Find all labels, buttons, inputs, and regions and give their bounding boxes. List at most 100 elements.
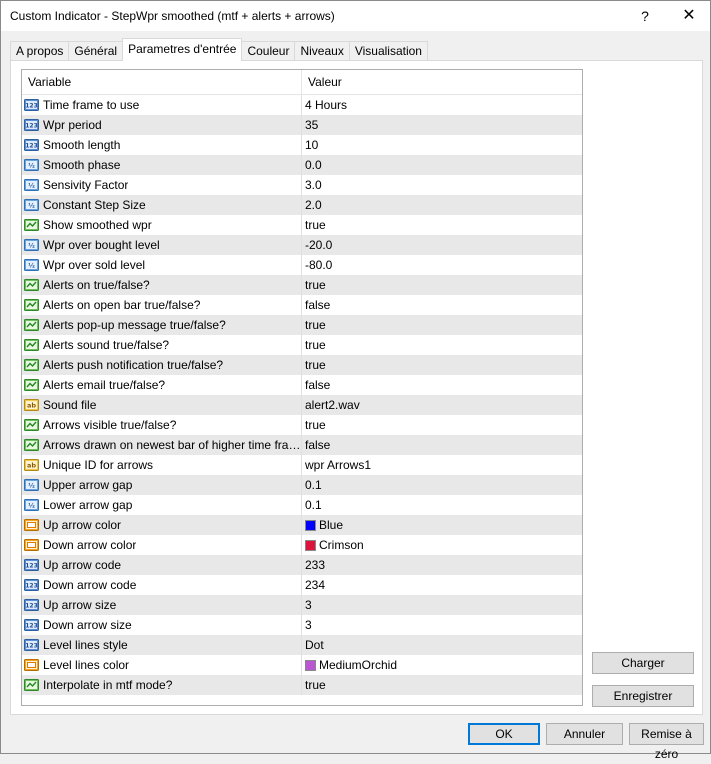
ok-button[interactable]: OK — [468, 723, 540, 745]
param-value-cell[interactable]: Blue — [302, 515, 582, 535]
param-value-cell[interactable]: true — [302, 215, 582, 235]
param-row[interactable]: Interpolate in mtf mode? true — [22, 675, 582, 695]
param-value-cell[interactable]: true — [302, 415, 582, 435]
svg-text:123: 123 — [25, 563, 38, 570]
param-row[interactable]: Show smoothed wpr true — [22, 215, 582, 235]
param-value-cell[interactable]: 4 Hours — [302, 95, 582, 115]
cancel-button[interactable]: Annuler — [546, 723, 623, 745]
bool-param-icon — [24, 358, 39, 372]
param-value-cell[interactable]: true — [302, 275, 582, 295]
param-row[interactable]: Alerts email true/false? false — [22, 375, 582, 395]
param-value: MediumOrchid — [319, 658, 398, 672]
tab-niveaux[interactable]: Niveaux — [294, 41, 350, 61]
param-row[interactable]: Arrows visible true/false? true — [22, 415, 582, 435]
param-value: 3.0 — [305, 178, 322, 192]
param-row[interactable]: ½ Smooth phase 0.0 — [22, 155, 582, 175]
param-row[interactable]: Alerts pop-up message true/false? true — [22, 315, 582, 335]
param-row[interactable]: ½ Constant Step Size 2.0 — [22, 195, 582, 215]
tab-visualisation[interactable]: Visualisation — [348, 41, 428, 61]
column-header-variable[interactable]: Variable — [22, 70, 302, 94]
param-row[interactable]: Arrows drawn on newest bar of higher tim… — [22, 435, 582, 455]
param-value-cell[interactable]: Dot — [302, 635, 582, 655]
param-value-cell[interactable]: true — [302, 355, 582, 375]
bool-param-icon — [24, 298, 39, 312]
param-name: Alerts sound true/false? — [43, 338, 170, 352]
param-value-cell[interactable]: 2.0 — [302, 195, 582, 215]
param-value-cell[interactable]: 3.0 — [302, 175, 582, 195]
tab-couleur[interactable]: Couleur — [241, 41, 296, 61]
bool-param-icon — [24, 318, 39, 332]
param-value-cell[interactable]: 0.0 — [302, 155, 582, 175]
tab-general[interactable]: Général — [68, 41, 124, 61]
param-value-cell[interactable]: -80.0 — [302, 255, 582, 275]
param-row[interactable]: 123 Down arrow size 3 — [22, 615, 582, 635]
param-value-cell[interactable]: 0.1 — [302, 495, 582, 515]
param-value-cell[interactable]: 10 — [302, 135, 582, 155]
param-value: 233 — [305, 558, 326, 572]
param-value-cell[interactable]: alert2.wav — [302, 395, 582, 415]
param-row[interactable]: 123 Time frame to use 4 Hours — [22, 95, 582, 115]
param-name: Lower arrow gap — [43, 498, 133, 512]
param-row[interactable]: ½ Wpr over bought level -20.0 — [22, 235, 582, 255]
int-param-icon: 123 — [24, 558, 39, 572]
param-value-cell[interactable]: wpr Arrows1 — [302, 455, 582, 475]
param-value-cell[interactable]: true — [302, 335, 582, 355]
param-row[interactable]: Alerts push notification true/false? true — [22, 355, 582, 375]
param-value-cell[interactable]: false — [302, 435, 582, 455]
close-button[interactable]: ✕ — [669, 4, 709, 28]
param-name-cell: Arrows visible true/false? — [22, 415, 302, 435]
param-name-cell: Up arrow color — [22, 515, 302, 535]
param-row[interactable]: 123 Up arrow code 233 — [22, 555, 582, 575]
param-row[interactable]: 123 Smooth length 10 — [22, 135, 582, 155]
param-row[interactable]: Alerts on true/false? true — [22, 275, 582, 295]
param-value: 3 — [305, 598, 312, 612]
reset-button[interactable]: Remise à zéro — [629, 723, 704, 761]
param-row[interactable]: 123 Wpr period 35 — [22, 115, 582, 135]
param-name: Up arrow size — [43, 598, 117, 612]
param-row[interactable]: 123 Down arrow code 234 — [22, 575, 582, 595]
param-row[interactable]: 123 Up arrow size 3 — [22, 595, 582, 615]
param-row[interactable]: Level lines color MediumOrchid — [22, 655, 582, 675]
param-value-cell[interactable]: false — [302, 375, 582, 395]
param-row[interactable]: Up arrow color Blue — [22, 515, 582, 535]
param-value-cell[interactable]: 234 — [302, 575, 582, 595]
param-value: 4 Hours — [305, 98, 348, 112]
param-value-cell[interactable]: MediumOrchid — [302, 655, 582, 675]
param-value-cell[interactable]: 3 — [302, 595, 582, 615]
param-row[interactable]: Alerts on open bar true/false? false — [22, 295, 582, 315]
window-title: Custom Indicator - StepWpr smoothed (mtf… — [10, 9, 335, 23]
tab-input-parameters[interactable]: Parametres d'entrée — [122, 38, 243, 61]
param-value-cell[interactable]: 3 — [302, 615, 582, 635]
param-name-cell: ½ Constant Step Size — [22, 195, 302, 215]
param-value-cell[interactable]: 0.1 — [302, 475, 582, 495]
svg-text:½: ½ — [28, 262, 35, 270]
param-row[interactable]: ½ Lower arrow gap 0.1 — [22, 495, 582, 515]
svg-text:½: ½ — [28, 482, 35, 490]
param-row[interactable]: ½ Sensivity Factor 3.0 — [22, 175, 582, 195]
param-row[interactable]: ab Unique ID for arrows wpr Arrows1 — [22, 455, 582, 475]
int-param-icon: 123 — [24, 598, 39, 612]
svg-text:123: 123 — [25, 643, 38, 650]
save-button[interactable]: Enregistrer — [592, 685, 694, 707]
param-value-cell[interactable]: false — [302, 295, 582, 315]
help-button[interactable]: ? — [627, 4, 663, 28]
param-row[interactable]: ab Sound file alert2.wav — [22, 395, 582, 415]
param-name-cell: 123 Down arrow code — [22, 575, 302, 595]
svg-text:½: ½ — [28, 242, 35, 250]
param-row[interactable]: 123 Level lines style Dot — [22, 635, 582, 655]
load-button[interactable]: Charger — [592, 652, 694, 674]
param-name: Alerts email true/false? — [43, 378, 166, 392]
param-value-cell[interactable]: Crimson — [302, 535, 582, 555]
param-row[interactable]: ½ Upper arrow gap 0.1 — [22, 475, 582, 495]
param-value-cell[interactable]: -20.0 — [302, 235, 582, 255]
param-value-cell[interactable]: 35 — [302, 115, 582, 135]
param-row[interactable]: Alerts sound true/false? true — [22, 335, 582, 355]
param-row[interactable]: ½ Wpr over sold level -80.0 — [22, 255, 582, 275]
tab-a-propos[interactable]: A propos — [10, 41, 70, 61]
param-row[interactable]: Down arrow color Crimson — [22, 535, 582, 555]
param-value-cell[interactable]: 233 — [302, 555, 582, 575]
param-value-cell[interactable]: true — [302, 675, 582, 695]
param-value-cell[interactable]: true — [302, 315, 582, 335]
bool-param-icon — [24, 338, 39, 352]
column-header-value[interactable]: Valeur — [302, 70, 582, 94]
